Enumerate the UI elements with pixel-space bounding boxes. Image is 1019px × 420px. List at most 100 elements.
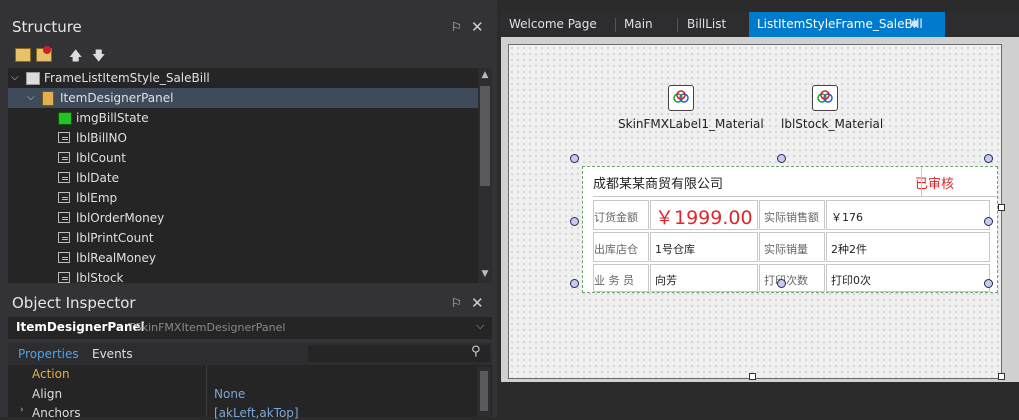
item-designer-panel[interactable]: 成都某某商贸有限公司 已审核 订货金额 ￥1999.00 实际销售额 ￥176 … — [582, 166, 998, 293]
tree-node[interactable]: lblDate — [8, 168, 478, 188]
caption-cell: 订货金额 — [593, 200, 649, 230]
close-icon[interactable]: ✕ — [471, 294, 484, 312]
company-name[interactable]: 成都某某商贸有限公司 — [593, 173, 723, 192]
object-inspector-panel: Object Inspector ⚐ ✕ ItemDesignerPanel T… — [0, 283, 497, 420]
order-money-cell[interactable]: ￥1999.00 — [650, 200, 758, 230]
tree-node[interactable]: lblEmp — [8, 188, 478, 208]
label-icon — [58, 212, 70, 223]
form-resize-handle[interactable] — [998, 373, 1005, 380]
pin-icon[interactable]: ⚐ — [451, 20, 462, 34]
tree-label: lblPrintCount — [76, 231, 154, 245]
property-value[interactable]: [akLeft,akTop] — [214, 406, 299, 420]
tree-label: lblCount — [76, 151, 126, 165]
move-down-icon[interactable]: 🡇 — [92, 47, 105, 69]
tree-label: lblDate — [76, 171, 119, 185]
expand-icon[interactable]: › — [20, 405, 24, 415]
print-count-value: 打印0次 — [831, 274, 871, 287]
real-money-cell[interactable]: ￥176 — [826, 200, 990, 230]
tree-node[interactable]: lblBillNO — [8, 128, 478, 148]
tree-node[interactable]: imgBillState — [8, 108, 478, 128]
chevron-down-icon[interactable]: ⌵ — [11, 68, 19, 88]
scroll-down-icon[interactable]: ▼ — [478, 267, 492, 281]
property-grid: Action Align None › Anchors [akLeft,akTo… — [8, 365, 492, 420]
tree-node[interactable]: lblCount — [8, 148, 478, 168]
caption-label: 打印次数 — [764, 274, 808, 287]
design-form[interactable]: SkinFMXLabel1_Material lblStock_Material… — [508, 44, 1002, 379]
real-money-value: ￥176 — [831, 211, 863, 224]
caption-label: 实际销量 — [764, 243, 808, 256]
print-count-cell[interactable]: 打印0次 — [826, 264, 990, 292]
tab-properties[interactable]: Properties — [18, 347, 79, 361]
property-value[interactable]: None — [214, 387, 245, 401]
tree-node-frame[interactable]: ⌵ FrameListItemStyle_SaleBill — [8, 68, 478, 88]
form-resize-handle[interactable] — [998, 204, 1005, 211]
label-icon — [58, 232, 70, 243]
tab-welcome-page[interactable]: Welcome Page — [501, 12, 605, 37]
form-designer: SkinFMXLabel1_Material lblStock_Material… — [501, 37, 1019, 382]
tab-main[interactable]: Main — [616, 12, 661, 37]
tab-billlist[interactable]: BillList — [679, 12, 734, 37]
property-name[interactable]: Action — [32, 367, 70, 381]
caption-cell: 打印次数 — [759, 264, 825, 292]
tree-label: ItemDesignerPanel — [60, 91, 174, 105]
label-icon — [58, 132, 70, 143]
tree-node[interactable]: lblStock — [8, 268, 478, 283]
move-up-icon[interactable]: 🡅 — [69, 47, 82, 69]
order-money-value: ￥1999.00 — [655, 207, 753, 229]
caption-cell: 业 务 员 — [593, 264, 649, 292]
material-component-icon[interactable] — [668, 85, 694, 111]
resize-handle[interactable] — [984, 154, 993, 163]
scroll-up-icon[interactable]: ▲ — [478, 68, 492, 82]
scroll-thumb[interactable] — [480, 86, 490, 186]
label-icon — [58, 152, 70, 163]
chevron-down-icon[interactable]: ⌵ — [27, 88, 35, 108]
emp-cell[interactable]: 向芳 — [650, 264, 758, 292]
tree-label: lblOrderMoney — [76, 211, 165, 225]
tab-listitemstyleframe-salebill[interactable]: ListItemStyleFrame_SaleBill ● — [749, 12, 945, 37]
chevron-down-icon[interactable]: ⌵ — [476, 319, 484, 333]
tree-node[interactable]: lblOrderMoney — [8, 208, 478, 228]
tree-label: FrameListItemStyle_SaleBill — [44, 71, 210, 85]
designer-footer — [501, 382, 1019, 417]
tree-node-panel[interactable]: ⌵ ItemDesignerPanel — [8, 88, 478, 108]
resize-handle[interactable] — [984, 279, 993, 288]
component-label: SkinFMXLabel1_Material — [618, 117, 764, 131]
inspector-scrollbar[interactable] — [477, 367, 491, 417]
resize-handle[interactable] — [777, 154, 786, 163]
tree-label: lblBillNO — [76, 131, 127, 145]
delete-icon[interactable] — [36, 46, 52, 62]
stock-cell[interactable]: 1号仓库 — [650, 232, 758, 262]
count-cell[interactable]: 2种2件 — [826, 232, 990, 262]
label-icon — [58, 252, 70, 263]
label-icon — [58, 172, 70, 183]
pin-icon[interactable]: ⚐ — [451, 296, 462, 310]
tree-node[interactable]: lblRealMoney — [8, 248, 478, 268]
label-icon — [58, 192, 70, 203]
label-icon — [58, 272, 70, 283]
property-search-input[interactable] — [308, 345, 490, 362]
property-name[interactable]: Anchors — [32, 406, 81, 420]
material-component-icon[interactable] — [812, 85, 838, 111]
modified-dot-icon[interactable]: ● — [911, 12, 919, 37]
tab-events[interactable]: Events — [92, 347, 133, 361]
caption-label: 业 务 员 — [594, 274, 634, 287]
tree-label: lblStock — [76, 271, 124, 283]
form-resize-handle[interactable] — [749, 373, 756, 380]
search-icon[interactable]: ⚲ — [471, 344, 481, 359]
resize-handle[interactable] — [777, 279, 786, 288]
resize-handle[interactable] — [570, 279, 579, 288]
resize-handle[interactable] — [570, 217, 579, 226]
caption-label: 实际销售额 — [764, 211, 819, 224]
tree-node[interactable]: lblPrintCount — [8, 228, 478, 248]
close-icon[interactable]: ✕ — [471, 18, 484, 36]
open-folder-icon[interactable] — [15, 48, 31, 62]
object-type: TSkinFMXItemDesignerPanel — [128, 321, 286, 334]
resize-handle[interactable] — [570, 154, 579, 163]
tree-scrollbar[interactable]: ▲ ▼ — [478, 68, 492, 283]
resize-handle[interactable] — [984, 217, 993, 226]
object-selector[interactable]: ItemDesignerPanel TSkinFMXItemDesignerPa… — [8, 317, 492, 339]
frame-icon — [26, 72, 40, 85]
caption-cell: 实际销售额 — [759, 200, 825, 230]
property-name[interactable]: Align — [32, 387, 62, 401]
inspector-tabs: Properties Events ⚲ — [8, 343, 492, 365]
